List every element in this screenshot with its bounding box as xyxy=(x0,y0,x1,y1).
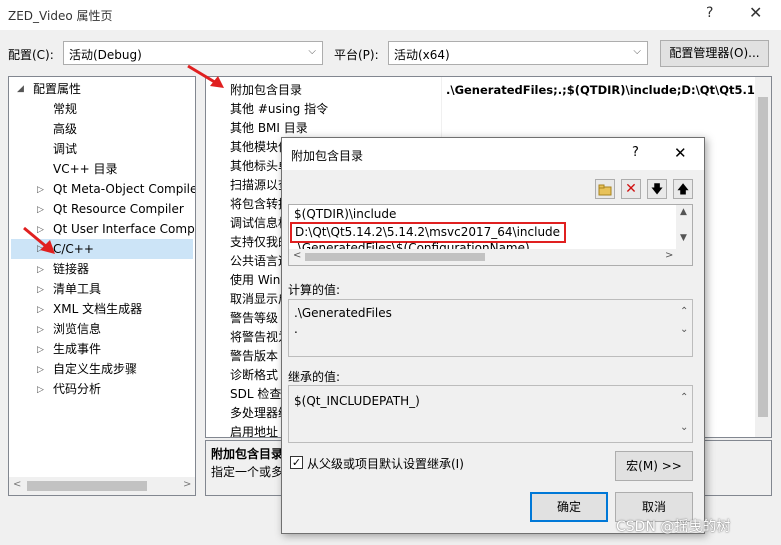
prop-bmi[interactable]: 其他 BMI 目录 xyxy=(230,119,464,138)
tree-item-debugging[interactable]: 调试 xyxy=(53,139,77,159)
delete-line-button[interactable]: ✕ xyxy=(621,179,641,199)
tree-root[interactable]: 配置属性 xyxy=(33,79,81,99)
tree-item-qt-rcc[interactable]: Qt Resource Compiler xyxy=(53,199,184,219)
inherited-values-box: $(Qt_INCLUDEPATH_) ⌃ ⌄ xyxy=(288,385,693,443)
expand-right-icon[interactable]: ▷ xyxy=(37,345,44,355)
arrow-down-icon: 🡇 xyxy=(650,182,664,196)
entry-line-highlighted: D:\Qt\Qt5.14.2\5.14.2\msvc2017_64\includ… xyxy=(295,225,561,239)
highlighted-entry[interactable]: D:\Qt\Qt5.14.2\5.14.2\msvc2017_64\includ… xyxy=(290,222,566,243)
tree-item-custom-build[interactable]: 自定义生成步骤 xyxy=(53,359,137,379)
expand-right-icon[interactable]: ▷ xyxy=(37,205,44,215)
scroll-left-icon[interactable]: < xyxy=(13,479,21,490)
new-folder-icon xyxy=(598,184,612,196)
move-up-button[interactable]: 🡅 xyxy=(673,179,693,199)
inherit-checkbox[interactable]: ✓ xyxy=(290,456,303,469)
platform-select[interactable]: 活动(x64) ⌵ xyxy=(388,41,648,65)
annotation-arrow-icon xyxy=(187,64,224,88)
prop-additional-include-dirs[interactable]: 附加包含目录 xyxy=(230,81,464,100)
tree-item-vc-directories[interactable]: VC++ 目录 xyxy=(53,159,118,179)
prop-value-include-dirs[interactable]: .\GeneratedFiles;.;$(QTDIR)\include;D:\Q… xyxy=(446,81,771,100)
scroll-up-icon[interactable]: ⌃ xyxy=(680,306,688,317)
ok-button[interactable]: 确定 xyxy=(530,492,608,522)
computed-values-box: .\GeneratedFiles . ⌃ ⌄ xyxy=(288,299,693,357)
scroll-left-icon[interactable]: < xyxy=(293,250,301,261)
config-value: 活动(Debug) xyxy=(69,48,142,62)
tree-item-qt-moc[interactable]: Qt Meta-Object Compile xyxy=(53,179,195,199)
delete-x-icon: ✕ xyxy=(625,181,637,197)
tree-item-advanced[interactable]: 高级 xyxy=(53,119,77,139)
chevron-down-icon: ⌵ xyxy=(633,46,641,57)
computed-value-line: . xyxy=(294,322,298,336)
expand-right-icon[interactable]: ▷ xyxy=(37,385,44,395)
dialog-title-bar: 附加包含目录 ? ✕ xyxy=(282,138,704,170)
chevron-down-icon: ⌵ xyxy=(308,46,316,57)
description-title: 附加包含目录 xyxy=(211,447,284,461)
expand-right-icon[interactable]: ▷ xyxy=(37,305,44,315)
expand-right-icon[interactable]: ▷ xyxy=(37,185,44,195)
platform-label: 平台(P): xyxy=(334,48,379,62)
scroll-down-icon[interactable]: ⌄ xyxy=(680,422,688,433)
tree-item-browse-info[interactable]: 浏览信息 xyxy=(53,319,101,339)
expand-right-icon[interactable]: ▷ xyxy=(37,365,44,375)
help-icon[interactable]: ? xyxy=(706,5,713,21)
move-down-button[interactable]: 🡇 xyxy=(647,179,667,199)
entries-edit-box[interactable]: $(QTDIR)\include D:\Qt\Qt5.14.2\5.14.2\m… xyxy=(288,204,693,266)
scroll-down-icon[interactable]: ⌄ xyxy=(680,324,688,335)
help-icon[interactable]: ? xyxy=(632,145,639,160)
entries-vscroll[interactable]: ▲ ▼ xyxy=(676,205,692,249)
annotation-arrow-icon xyxy=(23,226,55,254)
config-label: 配置(C): xyxy=(8,48,54,62)
tree-item-general[interactable]: 常规 xyxy=(53,99,77,119)
close-icon[interactable]: ✕ xyxy=(749,3,762,22)
inherit-checkbox-label: 从父级或项目默认设置继承(I) xyxy=(307,457,464,471)
scroll-up-icon[interactable]: ⌃ xyxy=(680,392,688,403)
expand-right-icon[interactable]: ▷ xyxy=(37,325,44,335)
scroll-down-icon[interactable]: ▼ xyxy=(680,233,687,243)
property-tree: ◢ 配置属性 常规 高级 调试 VC++ 目录 ▷ Qt Meta-Object… xyxy=(8,76,196,496)
tree-scrollbar[interactable]: < > xyxy=(9,477,195,495)
entries-hscroll[interactable]: < > xyxy=(289,249,692,265)
scroll-thumb[interactable] xyxy=(758,97,768,417)
title-bar: ZED_Video 属性页 ? ✕ xyxy=(0,0,781,30)
expand-right-icon[interactable]: ▷ xyxy=(37,285,44,295)
prop-using[interactable]: 其他 #using 指令 xyxy=(230,100,464,119)
scroll-right-icon[interactable]: > xyxy=(665,250,673,261)
arrow-up-icon: 🡅 xyxy=(676,182,690,196)
dialog-title: 附加包含目录 xyxy=(291,149,364,163)
description-text: 指定一个或多 xyxy=(211,465,284,479)
tree-item-qt-uic[interactable]: Qt User Interface Comp xyxy=(53,219,195,239)
include-dirs-dialog: 附加包含目录 ? ✕ ✕ 🡇 🡅 $(QTDIR)\include D:\Qt\… xyxy=(281,137,705,534)
macro-button[interactable]: 宏(M) >> xyxy=(615,451,693,481)
config-manager-button[interactable]: 配置管理器(O)... xyxy=(660,40,769,67)
inherited-label: 继承的值: xyxy=(288,370,341,384)
tree-item-manifest-tool[interactable]: 清单工具 xyxy=(53,279,101,299)
tree-item-code-analysis[interactable]: 代码分析 xyxy=(53,379,101,399)
platform-value: 活动(x64) xyxy=(394,48,450,62)
watermark: CSDN @摇曳的树 xyxy=(616,519,731,535)
computed-value-line: .\GeneratedFiles xyxy=(294,306,392,320)
scroll-thumb[interactable] xyxy=(305,253,485,261)
check-icon: ✓ xyxy=(291,456,302,469)
close-icon[interactable]: ✕ xyxy=(674,144,687,162)
scroll-thumb[interactable] xyxy=(27,481,147,491)
expand-down-icon[interactable]: ◢ xyxy=(17,84,24,94)
scroll-right-icon[interactable]: > xyxy=(183,479,191,490)
computed-label: 计算的值: xyxy=(288,283,341,297)
new-line-button[interactable] xyxy=(595,179,615,199)
window-title: ZED_Video 属性页 xyxy=(8,9,113,23)
scroll-up-icon[interactable]: ▲ xyxy=(680,207,687,217)
tree-item-xml-doc[interactable]: XML 文档生成器 xyxy=(53,299,142,319)
grid-scrollbar[interactable] xyxy=(755,77,771,437)
entry-line[interactable]: $(QTDIR)\include xyxy=(294,207,396,221)
tree-item-build-events[interactable]: 生成事件 xyxy=(53,339,101,359)
expand-right-icon[interactable]: ▷ xyxy=(37,265,44,275)
tree-item-linker[interactable]: 链接器 xyxy=(53,259,89,279)
inherited-value-line: $(Qt_INCLUDEPATH_) xyxy=(294,394,420,408)
